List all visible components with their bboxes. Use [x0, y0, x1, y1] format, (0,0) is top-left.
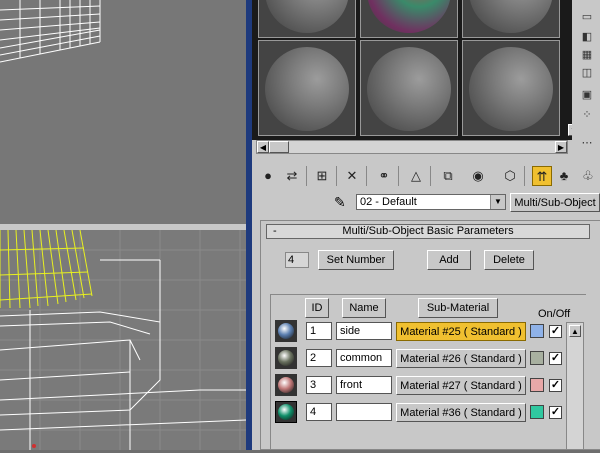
submaterial-name-field[interactable]	[336, 403, 392, 421]
scroll-up-button[interactable]: ▲	[569, 325, 581, 337]
material-effects-channel-icon[interactable]: ⧉	[438, 166, 458, 186]
slots-horizontal-scrollbar[interactable]: ◀ ▶	[256, 140, 568, 154]
sphere-preview	[265, 0, 349, 33]
sphere-preview	[278, 377, 294, 393]
make-unique-icon[interactable]: ⚭	[374, 166, 394, 186]
submaterial-button[interactable]: Material #27 ( Standard )	[396, 376, 526, 395]
submaterial-on-checkbox[interactable]: ✓	[549, 325, 562, 338]
put-to-library-icon[interactable]: △	[406, 166, 426, 186]
go-to-parent-icon[interactable]: ⇈	[532, 166, 552, 186]
sphere-preview	[367, 47, 451, 131]
sphere-preview	[278, 350, 294, 366]
sample-slot-2[interactable]	[360, 0, 458, 38]
sample-slot-3[interactable]	[462, 0, 560, 38]
video-color-check-icon[interactable]: ▣	[580, 88, 594, 102]
sphere-preview	[278, 404, 294, 420]
rollout-title: Multi/Sub-Object Basic Parameters	[342, 225, 514, 237]
submaterial-id-field[interactable]: 2	[306, 349, 332, 367]
reset-map-icon[interactable]: ✕	[342, 166, 362, 186]
backlight-icon[interactable]: ◧	[580, 30, 594, 44]
material-type-button[interactable]: Multi/Sub-Object	[510, 193, 600, 212]
submaterial-name-field[interactable]: common	[336, 349, 392, 367]
submaterial-preview[interactable]	[275, 320, 297, 342]
editor-toolbar: ● ⇄ ⊞ ✕ ⚭ △ ⧉ ◉ ⬡ ⇈ ♣ ♧	[252, 164, 600, 188]
make-preview-icon[interactable]: ⁘	[580, 108, 594, 122]
sort-by-id-button[interactable]: ID	[305, 298, 329, 318]
assign-material-icon[interactable]: ⊞	[312, 166, 332, 186]
submaterial-on-checkbox[interactable]: ✓	[549, 352, 562, 365]
delete-button[interactable]: Delete	[484, 250, 534, 270]
sort-by-submaterial-button[interactable]: Sub-Material	[418, 298, 498, 318]
viewport-top[interactable]	[0, 0, 246, 224]
side-toolbar: ▭ ◧ ▦ ◫ ▣ ⁘ ⋯	[572, 0, 600, 190]
onoff-header: On/Off	[538, 308, 571, 320]
submaterial-scrollbar[interactable]: ▲	[566, 322, 584, 450]
scroll-thumb[interactable]	[269, 141, 289, 153]
submaterial-button[interactable]: Material #25 ( Standard )	[396, 322, 526, 341]
scroll-right-button[interactable]: ▶	[555, 141, 567, 153]
sphere-preview	[265, 47, 349, 131]
submaterial-on-checkbox[interactable]: ✓	[549, 406, 562, 419]
sphere-preview	[469, 47, 553, 131]
eyedropper-icon[interactable]: ✎	[334, 194, 346, 211]
submaterial-name-field[interactable]: side	[336, 322, 392, 340]
wireframe-top	[0, 0, 101, 63]
put-material-icon[interactable]: ⇄	[282, 166, 302, 186]
sphere-preview	[367, 0, 451, 33]
wireframe-perspective	[0, 229, 247, 450]
viewport-perspective[interactable]	[0, 229, 247, 450]
sample-type-icon[interactable]: ▭	[580, 10, 594, 24]
submaterial-name-field[interactable]: front	[336, 376, 392, 394]
submaterial-id-field[interactable]: 1	[306, 322, 332, 340]
submaterial-button[interactable]: Material #26 ( Standard )	[396, 349, 526, 368]
submaterial-preview[interactable]	[275, 401, 297, 423]
collapse-icon: -	[273, 225, 277, 237]
submaterial-preview[interactable]	[275, 374, 297, 396]
submaterial-color-swatch[interactable]	[530, 405, 544, 419]
chevron-down-icon[interactable]: ▼	[490, 195, 505, 209]
submaterial-count-field[interactable]: 4	[285, 252, 309, 268]
sample-slot-5[interactable]	[360, 40, 458, 136]
submaterial-color-swatch[interactable]	[530, 351, 544, 365]
show-map-icon[interactable]: ◉	[468, 166, 488, 186]
submaterial-preview[interactable]	[275, 347, 297, 369]
get-material-icon[interactable]: ●	[258, 166, 278, 186]
submaterial-color-swatch[interactable]	[530, 378, 544, 392]
add-button[interactable]: Add	[427, 250, 471, 270]
submaterial-button[interactable]: Material #36 ( Standard )	[396, 403, 526, 422]
uv-tiling-icon[interactable]: ◫	[580, 66, 594, 80]
submaterial-on-checkbox[interactable]: ✓	[549, 379, 562, 392]
options-icon[interactable]: ⋯	[580, 136, 594, 150]
set-number-button[interactable]: Set Number	[318, 250, 394, 270]
background-icon[interactable]: ▦	[580, 48, 594, 62]
go-forward-sibling-icon[interactable]: ♣	[554, 166, 574, 186]
scroll-left-button[interactable]: ◀	[257, 141, 269, 153]
sample-slots: ▼	[252, 0, 580, 140]
submaterial-id-field[interactable]: 3	[306, 376, 332, 394]
sphere-preview	[278, 323, 294, 339]
sort-by-name-button[interactable]: Name	[342, 298, 386, 318]
sample-slot-6[interactable]	[462, 40, 560, 136]
rollout-header[interactable]: - Multi/Sub-Object Basic Parameters	[266, 224, 590, 239]
show-end-result-icon[interactable]: ⬡	[500, 166, 520, 186]
submaterial-color-swatch[interactable]	[530, 324, 544, 338]
material-name-value: 02 - Default	[360, 196, 417, 208]
pick-material-icon[interactable]: ♧	[578, 166, 598, 186]
sample-slot-1[interactable]	[258, 0, 356, 38]
sample-slot-4[interactable]	[258, 40, 356, 136]
sphere-preview	[469, 0, 553, 33]
material-name-dropdown[interactable]: 02 - Default ▼	[356, 194, 506, 210]
material-editor: ▼ ▭ ◧ ▦ ◫ ▣ ⁘ ⋯ ◀ ▶ ● ⇄ ⊞ ✕ ⚭ △ ⧉ ◉ ⬡ ⇈ …	[252, 0, 600, 450]
submaterial-id-field[interactable]: 4	[306, 403, 332, 421]
